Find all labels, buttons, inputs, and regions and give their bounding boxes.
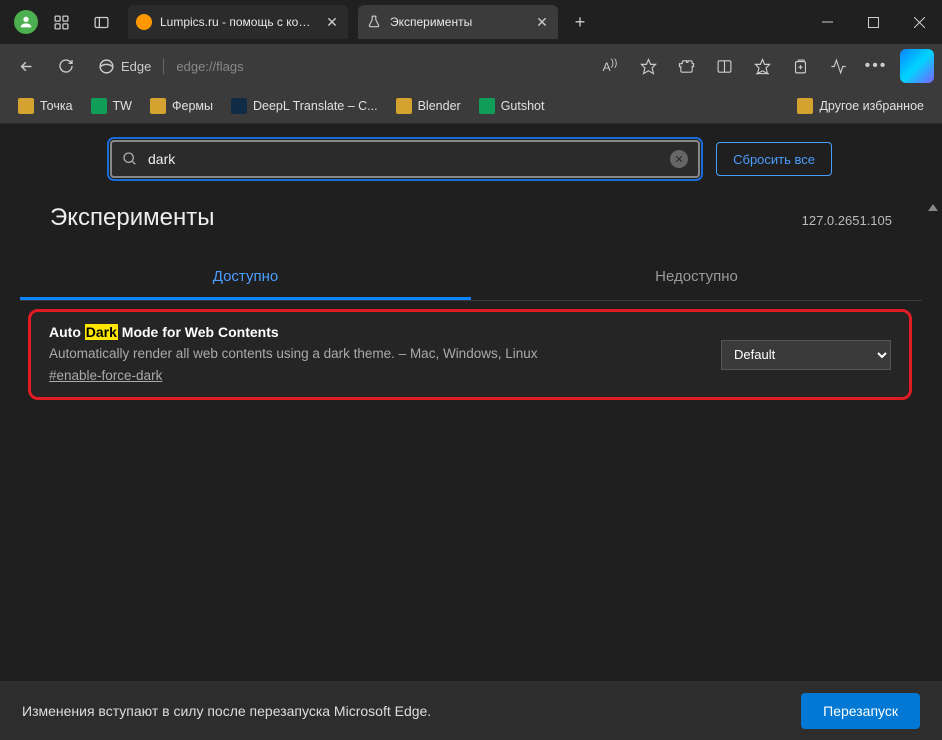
separator [163, 58, 164, 74]
extensions-icon[interactable] [668, 49, 704, 83]
tab-actions-icon[interactable] [84, 5, 118, 39]
browser-tab-2[interactable]: Эксперименты ✕ [358, 5, 558, 39]
page-title: Эксперименты [50, 204, 802, 232]
folder-icon [396, 98, 412, 114]
bookmark-label: Blender [418, 99, 461, 113]
clear-icon[interactable]: ✕ [670, 150, 688, 168]
workspaces-icon[interactable] [44, 5, 78, 39]
flag-text: Auto Dark Mode for Web Contents Automati… [49, 324, 705, 385]
sheet-icon [479, 98, 495, 114]
page-content: ✕ Сбросить все Эксперименты 127.0.2651.1… [0, 124, 942, 681]
tab-favicon [136, 14, 152, 30]
flag-anchor-link[interactable]: #enable-force-dark [49, 368, 162, 383]
bookmark-label: TW [113, 99, 132, 113]
more-icon[interactable]: ••• [858, 49, 894, 83]
folder-icon [18, 98, 34, 114]
tab-unavailable[interactable]: Недоступно [471, 256, 922, 300]
close-icon[interactable]: ✕ [534, 14, 550, 30]
close-icon[interactable]: ✕ [324, 14, 340, 30]
split-icon[interactable] [706, 49, 742, 83]
bookmark-item[interactable]: DeepL Translate – С... [223, 94, 386, 118]
read-aloud-icon[interactable]: A)) [592, 49, 628, 83]
version-text: 127.0.2651.105 [802, 213, 892, 228]
scroll-up-icon[interactable] [928, 204, 938, 211]
search-input[interactable] [148, 151, 660, 167]
flag-title-highlight: Dark [85, 324, 118, 340]
maximize-button[interactable] [850, 2, 896, 42]
bookmark-label: Другое избранное [819, 99, 924, 113]
tab-available[interactable]: Доступно [20, 256, 471, 300]
flag-description: Automatically render all web contents us… [49, 346, 705, 361]
titlebar-left: Lumpics.ru - помощь с компью… ✕ Эксперим… [8, 5, 596, 39]
other-bookmarks[interactable]: Другое избранное [789, 94, 932, 118]
edge-label: Edge [121, 59, 151, 74]
search-icon [122, 151, 138, 167]
performance-icon[interactable] [820, 49, 856, 83]
bookmark-label: Точка [40, 99, 73, 113]
bookmark-item[interactable]: Точка [10, 94, 81, 118]
browser-tab-1[interactable]: Lumpics.ru - помощь с компью… ✕ [128, 5, 348, 39]
refresh-button[interactable] [48, 49, 84, 83]
bookmarks-bar: Точка TW Фермы DeepL Translate – С... Bl… [0, 88, 942, 124]
footer-text: Изменения вступают в силу после перезапу… [22, 703, 801, 719]
favorites-list-icon[interactable] [744, 49, 780, 83]
flag-title-post: Mode for Web Contents [118, 324, 279, 340]
copilot-button[interactable] [900, 49, 934, 83]
flag-title-pre: Auto [49, 324, 85, 340]
search-row: ✕ Сбросить все [20, 140, 922, 194]
bookmark-label: Фермы [172, 99, 213, 113]
tab-title: Эксперименты [390, 15, 526, 29]
bookmark-item[interactable]: TW [83, 94, 140, 118]
favorite-icon[interactable] [630, 49, 666, 83]
bookmark-label: DeepL Translate – С... [253, 99, 378, 113]
flag-card: Auto Dark Mode for Web Contents Automati… [28, 309, 912, 400]
footer-bar: Изменения вступают в силу после перезапу… [0, 681, 942, 740]
flask-icon [366, 14, 382, 30]
new-tab-button[interactable]: + [564, 6, 596, 38]
folder-icon [797, 98, 813, 114]
restart-button[interactable]: Перезапуск [801, 693, 920, 729]
back-button[interactable] [8, 49, 44, 83]
profile-avatar[interactable] [14, 10, 38, 34]
tabs: Доступно Недоступно [20, 256, 922, 301]
search-box[interactable]: ✕ [110, 140, 700, 178]
flag-title: Auto Dark Mode for Web Contents [49, 324, 705, 340]
toolbar: Edge edge://flags A)) ••• [0, 44, 942, 88]
edge-icon [98, 58, 115, 75]
reset-all-button[interactable]: Сбросить все [716, 142, 832, 176]
close-window-button[interactable] [896, 2, 942, 42]
bookmark-item[interactable]: Фермы [142, 94, 221, 118]
deepl-icon [231, 98, 247, 114]
flag-select[interactable]: Default [721, 340, 891, 370]
sheet-icon [91, 98, 107, 114]
address-bar[interactable]: Edge edge://flags [88, 58, 254, 75]
bookmark-item[interactable]: Blender [388, 94, 469, 118]
tab-title: Lumpics.ru - помощь с компью… [160, 15, 316, 29]
minimize-button[interactable] [804, 2, 850, 42]
window-controls [804, 2, 942, 42]
titlebar: Lumpics.ru - помощь с компью… ✕ Эксперим… [0, 0, 942, 44]
url-text: edge://flags [176, 59, 243, 74]
bookmark-label: Gutshot [501, 99, 545, 113]
bookmark-item[interactable]: Gutshot [471, 94, 553, 118]
toolbar-right: A)) ••• [592, 49, 934, 83]
folder-icon [150, 98, 166, 114]
collections-icon[interactable] [782, 49, 818, 83]
